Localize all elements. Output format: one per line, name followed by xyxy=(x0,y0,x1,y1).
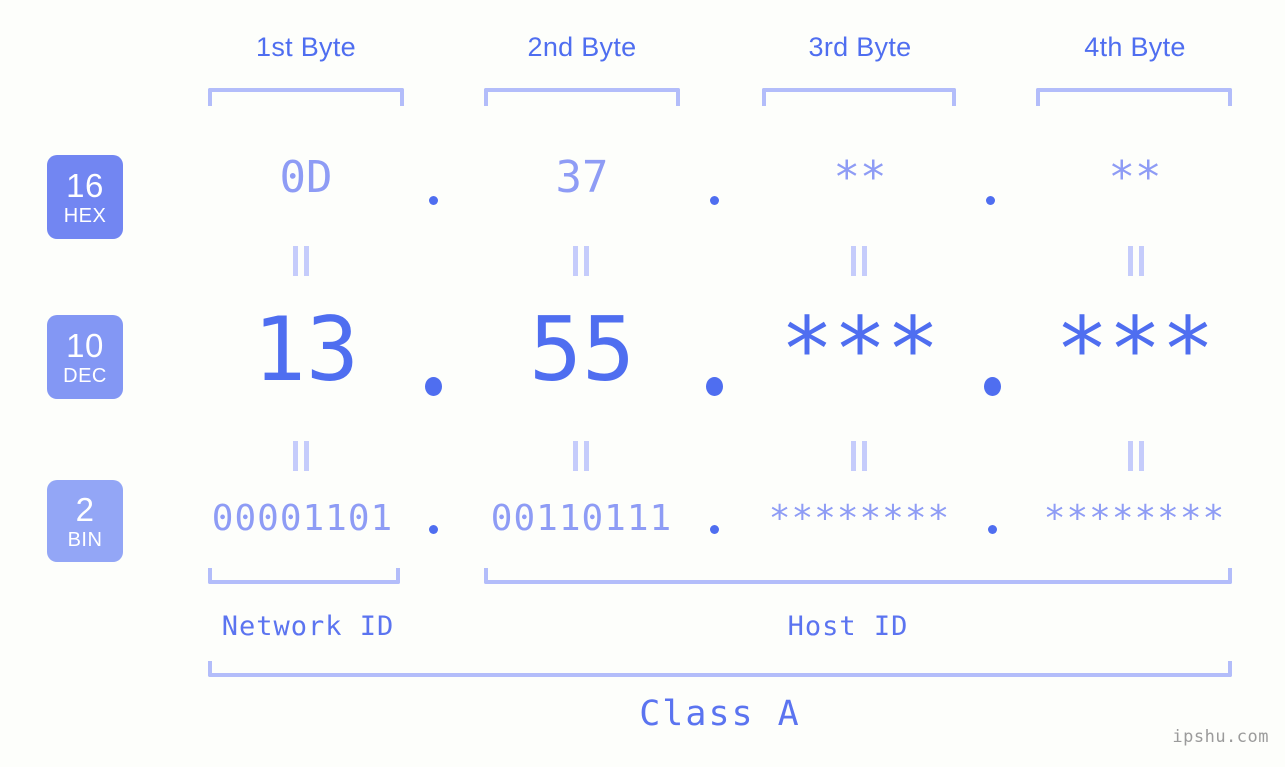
base-badge-bin-abbr: BIN xyxy=(67,528,103,551)
dec-byte-4: *** xyxy=(1055,298,1215,401)
base-badge-hex: 16 HEX xyxy=(47,155,123,239)
byte-header-3: 3rd Byte xyxy=(808,32,912,62)
equals-hex-dec-4 xyxy=(1126,246,1146,276)
dec-byte-1: 13 xyxy=(253,298,359,401)
base-badge-dec-abbr: DEC xyxy=(63,364,107,387)
hex-separator-1 xyxy=(429,196,438,205)
ip-address-breakdown-diagram: 1st Byte 2nd Byte 3rd Byte 4th Byte 16 H… xyxy=(0,0,1285,767)
bin-byte-3: ******** xyxy=(768,498,951,539)
hex-byte-3: ** xyxy=(833,152,887,203)
byte-bracket-2 xyxy=(484,88,680,106)
bin-separator-2 xyxy=(710,525,719,534)
host-id-label: Host ID xyxy=(787,611,909,642)
hex-separator-2 xyxy=(710,196,719,205)
base-badge-bin-number: 2 xyxy=(75,490,95,528)
equals-hex-dec-2 xyxy=(571,246,591,276)
bin-separator-3 xyxy=(988,525,997,534)
class-label: Class A xyxy=(639,694,801,734)
base-badge-dec: 10 DEC xyxy=(47,315,123,399)
byte-header-2: 2nd Byte xyxy=(527,32,637,62)
equals-hex-dec-1 xyxy=(291,246,311,276)
equals-dec-bin-2 xyxy=(571,441,591,471)
base-badge-hex-number: 16 xyxy=(66,166,104,204)
dec-separator-3 xyxy=(984,377,1001,396)
byte-header-1: 1st Byte xyxy=(256,32,356,62)
host-id-bracket xyxy=(484,568,1232,584)
byte-bracket-3 xyxy=(762,88,956,106)
dec-byte-2: 55 xyxy=(529,298,635,401)
base-badge-hex-abbr: HEX xyxy=(63,204,107,227)
bin-byte-1: 00001101 xyxy=(211,498,394,539)
equals-hex-dec-3 xyxy=(849,246,869,276)
byte-bracket-1 xyxy=(208,88,404,106)
network-id-bracket xyxy=(208,568,400,584)
base-badge-bin: 2 BIN xyxy=(47,480,123,562)
bin-byte-2: 00110111 xyxy=(490,498,673,539)
network-id-label: Network ID xyxy=(221,611,395,642)
dec-separator-1 xyxy=(425,377,442,396)
bin-byte-4: ******** xyxy=(1043,498,1226,539)
bin-separator-1 xyxy=(429,525,438,534)
byte-header-4: 4th Byte xyxy=(1084,32,1186,62)
hex-byte-1: 0D xyxy=(279,152,333,203)
base-badge-dec-number: 10 xyxy=(66,326,104,364)
dec-separator-2 xyxy=(706,377,723,396)
hex-separator-3 xyxy=(986,196,995,205)
equals-dec-bin-4 xyxy=(1126,441,1146,471)
class-bracket xyxy=(208,661,1232,677)
equals-dec-bin-1 xyxy=(291,441,311,471)
byte-bracket-4 xyxy=(1036,88,1232,106)
dec-byte-3: *** xyxy=(780,298,940,401)
equals-dec-bin-3 xyxy=(849,441,869,471)
hex-byte-2: 37 xyxy=(555,152,609,203)
hex-byte-4: ** xyxy=(1108,152,1162,203)
site-watermark: ipshu.com xyxy=(1172,727,1269,747)
